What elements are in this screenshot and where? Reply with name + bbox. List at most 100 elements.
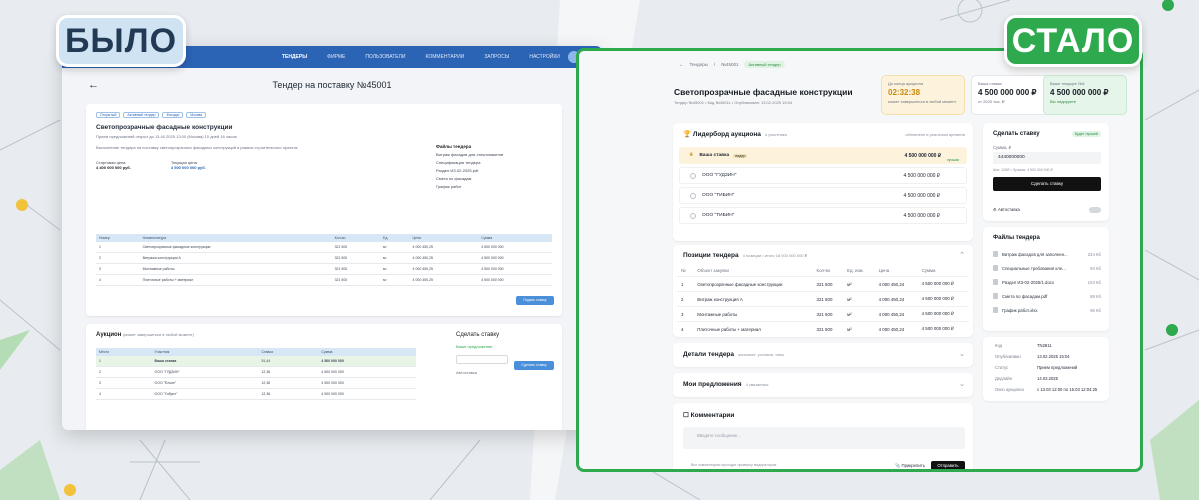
breadcrumb-item[interactable]: Тендеры (690, 62, 708, 67)
make-bid-button[interactable]: Сделать ставку (993, 177, 1101, 191)
details-accordion[interactable]: Детали тендера описание, условия, типы ⌄ (673, 343, 973, 367)
old-autobid-label[interactable]: Автоставка (456, 370, 556, 375)
table-header: Сумма (478, 234, 552, 242)
positions-title: Позиции тендера (683, 252, 739, 259)
table-header: Сумма (318, 348, 416, 356)
old-files-title: Файлы тендера (436, 144, 472, 149)
old-nav-tenders[interactable]: ТЕНДЕРЫ (282, 54, 307, 60)
attach-button[interactable]: 📎 Прикрепить (895, 463, 925, 469)
table-header: Ед. изм. (847, 268, 864, 273)
old-nav-requests[interactable]: ЗАПРОСЫ (484, 54, 509, 60)
new-ui-screenshot: ← Тендеры / №45001 Активный тендер Свето… (576, 48, 1143, 472)
table-row: 1 Светопрозрачные фасадные конструкции 321… (677, 276, 969, 292)
comments-card: ☐ Комментарии Введите сообщение... Все к… (673, 403, 973, 469)
table-row: 2 ООО "ГУДЗИН" 12,36 4 500 000 000 (96, 366, 416, 378)
old-tags: Открытый Активный тендер Фасады Москва (96, 112, 552, 118)
old-files-block: Файлы тендера Витраж фасадов для стеклоп… (436, 144, 556, 189)
leaderboard-row: ООО "ГУДЗИН" 4 500 000 000 ₽ (679, 167, 967, 184)
old-bid-panel: Сделать ставку Ваше предложение Сделать … (456, 332, 556, 375)
old-field-value: 4 500 000 000 руб. (170, 165, 206, 170)
file-item[interactable]: Раздел ИЗ-02-2025/1.docx 103 Кб (993, 279, 1101, 285)
table-row: 3 Монтажные работы 321 500 м² 4 000 450,25 4 … (96, 263, 552, 275)
old-file-item[interactable]: Раздел ИЗ-02-2025.pdf (436, 168, 556, 173)
table-row: 3 Монтажные работы 321 500 м² 4 000 450,24 4 … (677, 306, 969, 322)
old-ui-screenshot: ТЕНДЕРЫ ФИРМЕ ПОЛЬЗОВАТЕЛИ КОММЕНТАРИИ З… (62, 46, 602, 430)
old-bid-button[interactable]: Сделать ставку (514, 361, 554, 370)
info-row: Окно аукциона с 13.03 12:00 по 15.03 12:0… (995, 387, 1098, 392)
old-bid-input[interactable] (456, 355, 508, 364)
info-row: Дедлайн 14.03.2025 (995, 376, 1058, 381)
before-badge: БЫЛО (56, 15, 186, 67)
old-page-title: Тендер на поставку №45001 (272, 80, 392, 90)
chevron-down-icon[interactable]: ⌄ (959, 350, 965, 358)
table-row: 3 ООО "Ёлкин" 12,36 4 500 000 000 (96, 377, 416, 389)
old-tag: Фасады (162, 112, 184, 118)
leaderboard-hint: обновлено в реальном времени (905, 132, 965, 137)
send-button[interactable]: Отправить (931, 461, 965, 469)
old-nav-users[interactable]: ПОЛЬЗОВАТЕЛИ (365, 54, 405, 60)
file-item[interactable]: График работ.xlsx 96 Кб (993, 307, 1101, 313)
chevron-up-icon[interactable]: ⌃ (959, 251, 965, 259)
comment-input[interactable]: Введите сообщение... (683, 427, 965, 449)
back-arrow-icon[interactable]: ← (88, 79, 99, 91)
old-meta: Прием предложений открыт до 13.40.2025 1… (96, 134, 237, 139)
info-row: Статус Прием предложений (995, 365, 1078, 370)
file-item[interactable]: Витраж фасадов для заполнен... 234 Кб (993, 251, 1101, 257)
chevron-down-icon[interactable]: ⌄ (959, 380, 965, 388)
old-positions-table: Номер Номенклатура Кол-во Ед. Цена Сумма… (96, 234, 552, 286)
table-header: Сумма (921, 268, 936, 273)
leaderboard-title: Лидерборд аукциона (692, 131, 761, 138)
table-header: Номенклатура (139, 234, 332, 242)
old-nav-settings[interactable]: НАСТРОЙКИ (529, 54, 560, 60)
proposals-accordion[interactable]: Мои предложения 4 связанных ⌄ (673, 373, 973, 397)
leaderboard-row: ♛ Ваша ставка лидер 4 500 000 000 ₽ лучш… (679, 147, 967, 164)
table-header: Ед. (380, 234, 410, 242)
table-row: 2 Витраж конструкция А 321 500 м² 4 000 450,… (677, 291, 969, 307)
old-file-item[interactable]: Смета по фасадам (436, 176, 556, 181)
old-bid-title: Сделать ставку (456, 332, 500, 338)
table-header: Ставка (258, 348, 319, 356)
info-row: Код TN2811 (995, 343, 1052, 348)
bid-card: Сделать ставку Будет лучшей Сумма, ₽ 444… (983, 123, 1109, 221)
table-header: Кол-во (331, 234, 381, 242)
breadcrumb-item: №45001 (721, 62, 739, 67)
old-nav-firm[interactable]: ФИРМЕ (327, 54, 345, 60)
table-row: 4 Плиточные работы + материал 321 500 м² 4 0… (677, 321, 969, 336)
kpi-timer: До конца аукциона 02:32:38 может заверши… (881, 75, 965, 115)
autobid-toggle[interactable] (1089, 207, 1101, 213)
old-nav-comments[interactable]: КОММЕНТАРИИ (426, 54, 465, 60)
old-tender-card: Открытый Активный тендер Фасады Москва С… (86, 104, 562, 316)
table-row: 4 ООО "Гибрит" 12,36 4 500 000 000 (96, 388, 416, 400)
page-title: Светопрозрачные фасадные конструкции (674, 87, 853, 97)
bid-amount-input[interactable]: 4440000000 (993, 152, 1101, 164)
file-item[interactable]: Смета по фасадам.pdf 88 Кб (993, 293, 1101, 299)
breadcrumb: ← Тендеры / №45001 Активный тендер (679, 61, 785, 68)
file-item[interactable]: Специальные требования кле... 94 Кб (993, 265, 1101, 271)
old-file-item[interactable]: График работ (436, 184, 556, 189)
autobid-row: ⚙ Автоставка (993, 207, 1020, 212)
back-arrow-icon[interactable]: ← (679, 62, 684, 67)
status-badge: Активный тендер (744, 61, 785, 68)
old-tag: Москва (186, 112, 207, 118)
crown-icon: ♛ (689, 153, 694, 158)
bid-title: Сделать ставку (993, 131, 1040, 137)
table-header: № (681, 268, 686, 273)
table-row: 1 Ваша ставка 51,44 4 500 000 000 (96, 356, 416, 367)
page-subtitle: Тендер №45001 • Код №45011 • Опубликован… (674, 100, 793, 105)
comments-title: Комментарии (690, 412, 735, 419)
old-submit-button[interactable]: Подать ставку (516, 296, 554, 305)
comments-footer: Все комментарии проходят проверку модера… (691, 463, 777, 467)
files-card: Файлы тендера Витраж фасадов для заполне… (983, 227, 1109, 331)
participant-icon (690, 192, 696, 199)
old-file-item[interactable]: Витраж фасадов для стеклопакетов (436, 152, 556, 157)
old-file-item[interactable]: Спецификация тендера (436, 160, 556, 165)
leaderboard-row: ООО "ТИБИН" 4 500 000 000 ₽ (679, 187, 967, 204)
participant-icon (690, 212, 696, 219)
kpi-leader: Ваше текущее №4 4 500 000 000 ₽ Вы лидир… (1043, 75, 1127, 115)
table-header: Цена (878, 268, 890, 273)
table-row: 2 Витражи конструкция А 321 500 м² 4 000 450… (96, 252, 552, 264)
trophy-icon: 🏆 (683, 131, 692, 138)
file-icon (993, 251, 998, 257)
paperclip-icon: 📎 (894, 463, 901, 468)
old-field-value: 4 400 000 000 руб. (96, 165, 131, 170)
